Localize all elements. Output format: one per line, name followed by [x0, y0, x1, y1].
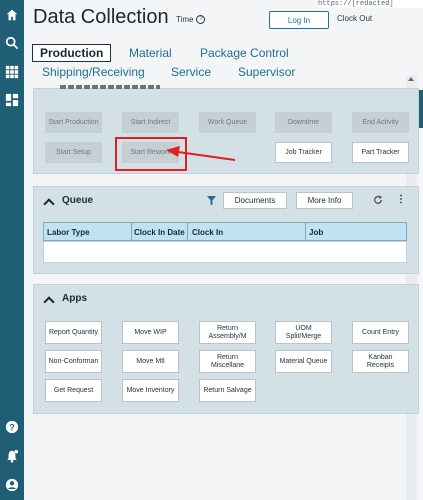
time-label: Time — [176, 15, 194, 24]
refresh-icon[interactable] — [373, 195, 383, 205]
page-title: Data Collection — [33, 6, 169, 28]
app-kanban-receipts[interactable]: Kanban Receipts — [352, 350, 409, 373]
app-move-wip[interactable]: Move WIP — [122, 321, 179, 344]
app-move-mtl[interactable]: Move Mtl — [122, 350, 179, 373]
job-tracker-button[interactable]: Job Tracker — [275, 142, 332, 163]
app-return-salvage[interactable]: Return Salvage — [199, 379, 256, 402]
time-display: Time ? — [176, 15, 206, 24]
app-move-inventory[interactable]: Move Inventory — [122, 379, 179, 402]
work-queue-button[interactable]: Work Queue — [199, 112, 256, 133]
left-sidebar: ? — [0, 0, 24, 500]
start-indirect-button[interactable]: Start Indirect — [122, 112, 179, 133]
column-clock-in-date[interactable]: Clock In Date — [134, 228, 185, 237]
start-production-button[interactable]: Start Production — [45, 112, 102, 133]
app-report-quantity[interactable]: Report Quantity — [45, 321, 102, 344]
svg-text:?: ? — [9, 423, 14, 433]
apps-panel-title: Apps — [62, 293, 87, 304]
help-icon[interactable]: ? — [3, 418, 21, 436]
tab-material[interactable]: Material — [129, 46, 172, 60]
tab-service[interactable]: Service — [171, 65, 211, 79]
menu-panel-title-cut — [60, 84, 160, 89]
tab-shipping-receiving[interactable]: Shipping/Receiving — [42, 65, 145, 79]
filter-icon[interactable] — [207, 196, 216, 205]
queue-panel-title: Queue — [62, 195, 94, 206]
queue-more-options-icon[interactable]: ⋮ — [396, 194, 406, 205]
column-divider — [131, 223, 132, 240]
clock-out-button[interactable]: Clock Out — [337, 14, 372, 23]
dashboard-icon[interactable] — [3, 91, 21, 109]
time-help-icon[interactable]: ? — [196, 15, 206, 24]
column-divider — [187, 223, 188, 240]
tab-package-control[interactable]: Package Control — [200, 46, 289, 60]
app-get-request[interactable]: Get Request — [45, 379, 102, 402]
notification-bell-icon[interactable] — [3, 447, 21, 465]
end-activity-button[interactable]: End Activity — [352, 112, 409, 133]
app-uom-split-merge[interactable]: UOM Split/Merge — [275, 321, 332, 344]
column-labor-type[interactable]: Labor Type — [47, 228, 90, 237]
column-clock-in[interactable]: Clock In — [192, 228, 223, 237]
queue-table-empty-body — [43, 241, 407, 263]
home-icon[interactable] — [3, 6, 21, 24]
app-return-miscellaneous[interactable]: Return Miscellane — [199, 350, 256, 373]
url-text: https://[redacted] — [318, 0, 423, 8]
documents-button[interactable]: Documents — [223, 192, 287, 209]
annotation-arrow — [166, 146, 236, 161]
column-divider — [305, 223, 306, 240]
start-setup-button[interactable]: Start Setup — [45, 142, 102, 163]
column-job[interactable]: Job — [309, 228, 323, 237]
more-info-button[interactable]: More Info — [296, 192, 353, 209]
apps-grid-icon[interactable] — [3, 63, 21, 81]
search-icon[interactable] — [3, 34, 21, 52]
login-button[interactable]: Log In — [269, 11, 329, 29]
app-count-entry[interactable]: Count Entry — [352, 321, 409, 344]
tab-supervisor[interactable]: Supervisor — [238, 65, 295, 79]
user-account-icon[interactable] — [3, 476, 21, 494]
part-tracker-button[interactable]: Part Tracker — [352, 142, 409, 163]
app-non-conformance[interactable]: Non-Conforman — [45, 350, 102, 373]
queue-table-header: Labor Type Clock In Date Clock In Job — [43, 222, 407, 241]
app-return-assembly[interactable]: Return Assembly/M — [199, 321, 256, 344]
tab-production[interactable]: Production — [32, 44, 112, 62]
downtime-button[interactable]: Downtime — [275, 112, 332, 133]
app-material-queue[interactable]: Material Queue — [275, 350, 332, 373]
scroll-up-arrow-icon[interactable] — [408, 77, 414, 81]
